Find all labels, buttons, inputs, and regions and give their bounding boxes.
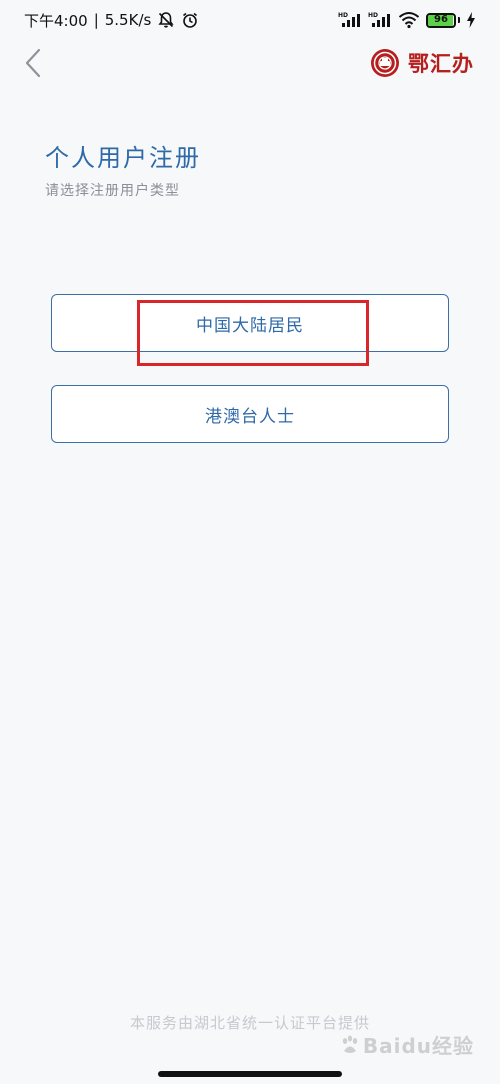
brand-logo-icon: [370, 48, 400, 78]
mainland-resident-button[interactable]: 中国大陆居民: [51, 294, 449, 352]
chevron-left-icon: [24, 48, 42, 82]
wifi-icon: [398, 11, 420, 29]
home-indicator[interactable]: [158, 1071, 342, 1077]
back-button[interactable]: [18, 48, 48, 82]
status-time: 下午4:00: [24, 11, 88, 30]
battery-body: 96: [426, 12, 456, 28]
signal-hd-icon: HD: [338, 11, 362, 29]
hk-macau-taiwan-button[interactable]: 港澳台人士: [51, 385, 449, 443]
status-separator: |: [93, 11, 99, 29]
brand-name: 鄂汇办: [408, 51, 474, 76]
brand: 鄂汇办: [370, 48, 474, 78]
status-net-speed: 5.5K/s: [104, 11, 152, 29]
battery-level: 96: [434, 14, 448, 25]
nav-bar: 鄂汇办: [0, 44, 500, 84]
page-subtitle: 请选择注册用户类型: [45, 183, 180, 199]
svg-text:HD: HD: [338, 12, 348, 19]
battery-tip: [458, 17, 460, 23]
alarm-clock-icon: [181, 11, 199, 29]
status-bar: 下午4:00 | 5.5K/s HD HD 96: [0, 0, 500, 40]
battery-indicator: 96: [426, 12, 460, 28]
watermark-text: Baidu经验: [362, 1034, 474, 1058]
status-left: 下午4:00 | 5.5K/s: [24, 10, 199, 31]
registration-screen: 下午4:00 | 5.5K/s HD HD 96 鄂汇办 个人用户注册 请选择注…: [0, 0, 500, 1084]
svg-text:HD: HD: [368, 12, 378, 19]
signal-hd-icon-2: HD: [368, 11, 392, 29]
charging-bolt-icon: [466, 12, 476, 28]
bell-muted-icon: [157, 11, 175, 29]
status-right: HD HD 96: [338, 11, 476, 29]
baidu-paw-icon: [339, 1034, 361, 1056]
watermark: Baidu经验: [339, 1030, 474, 1059]
page-title: 个人用户注册: [45, 144, 201, 172]
